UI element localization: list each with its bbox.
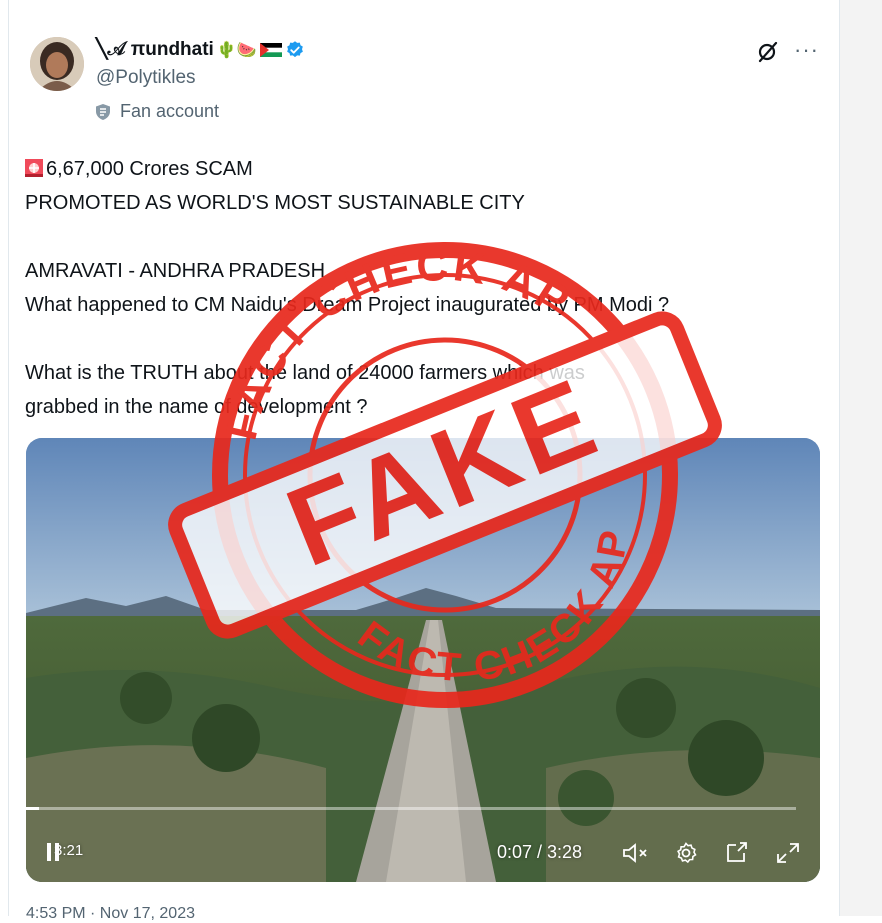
siren-emoji-icon bbox=[25, 159, 43, 177]
pause-icon[interactable] bbox=[46, 842, 60, 862]
pop-out-icon[interactable] bbox=[724, 841, 750, 865]
handle[interactable]: @Polytikles bbox=[96, 67, 196, 89]
mute-icon[interactable] bbox=[622, 842, 650, 864]
tweet-line-2: PROMOTED AS WORLD'S MOST SUSTAINABLE CIT… bbox=[25, 192, 525, 214]
account-label: Fan account bbox=[94, 101, 219, 122]
verified-badge-icon bbox=[286, 40, 303, 57]
tweet-line-1: 6,67,000 Crores SCAM bbox=[25, 152, 815, 186]
tweet-timestamp[interactable]: 4:53 PM · Nov 17, 2023 bbox=[26, 905, 195, 923]
tweet-line-1-text: 6,67,000 Crores SCAM bbox=[46, 158, 253, 180]
palestine-flag-icon bbox=[259, 42, 282, 57]
more-options-icon[interactable]: ··· bbox=[794, 37, 819, 63]
tweet-card: ╲𝒜 πundhati 🌵🍉 @Polytikles Fan account ·… bbox=[0, 0, 840, 922]
grok-icon[interactable] bbox=[756, 40, 780, 64]
shield-icon bbox=[96, 103, 110, 120]
tweet-line-4: What happened to CM Naidu's Dream Projec… bbox=[25, 294, 670, 316]
display-name[interactable]: ╲𝒜 πundhati 🌵🍉 bbox=[96, 38, 305, 61]
settings-gear-icon[interactable] bbox=[674, 841, 698, 865]
display-name-text[interactable]: ╲𝒜 πundhati bbox=[96, 38, 214, 61]
video-player[interactable] bbox=[26, 438, 820, 882]
emoji-icons: 🌵🍉 bbox=[216, 41, 257, 59]
video-progress-fill bbox=[12, 807, 39, 810]
card-border-left bbox=[8, 0, 9, 916]
tweet-body: 6,67,000 Crores SCAM PROMOTED AS WORLD'S… bbox=[25, 152, 815, 424]
tweet-line-6: grabbed in the name of development ? bbox=[25, 396, 368, 418]
fullscreen-icon[interactable] bbox=[776, 842, 800, 864]
account-label-text: Fan account bbox=[120, 101, 220, 121]
tweet-line-3: AMRAVATI - ANDHRA PRADESH bbox=[25, 260, 326, 282]
video-time-display: 0:07 / 3:28 bbox=[497, 842, 583, 862]
video-frame-image bbox=[26, 438, 820, 882]
tweet-line-5: What is the TRUTH about the land of 2400… bbox=[25, 362, 585, 384]
video-progress-bar[interactable] bbox=[12, 807, 796, 810]
page-background-right bbox=[840, 0, 882, 916]
avatar[interactable] bbox=[30, 37, 84, 91]
